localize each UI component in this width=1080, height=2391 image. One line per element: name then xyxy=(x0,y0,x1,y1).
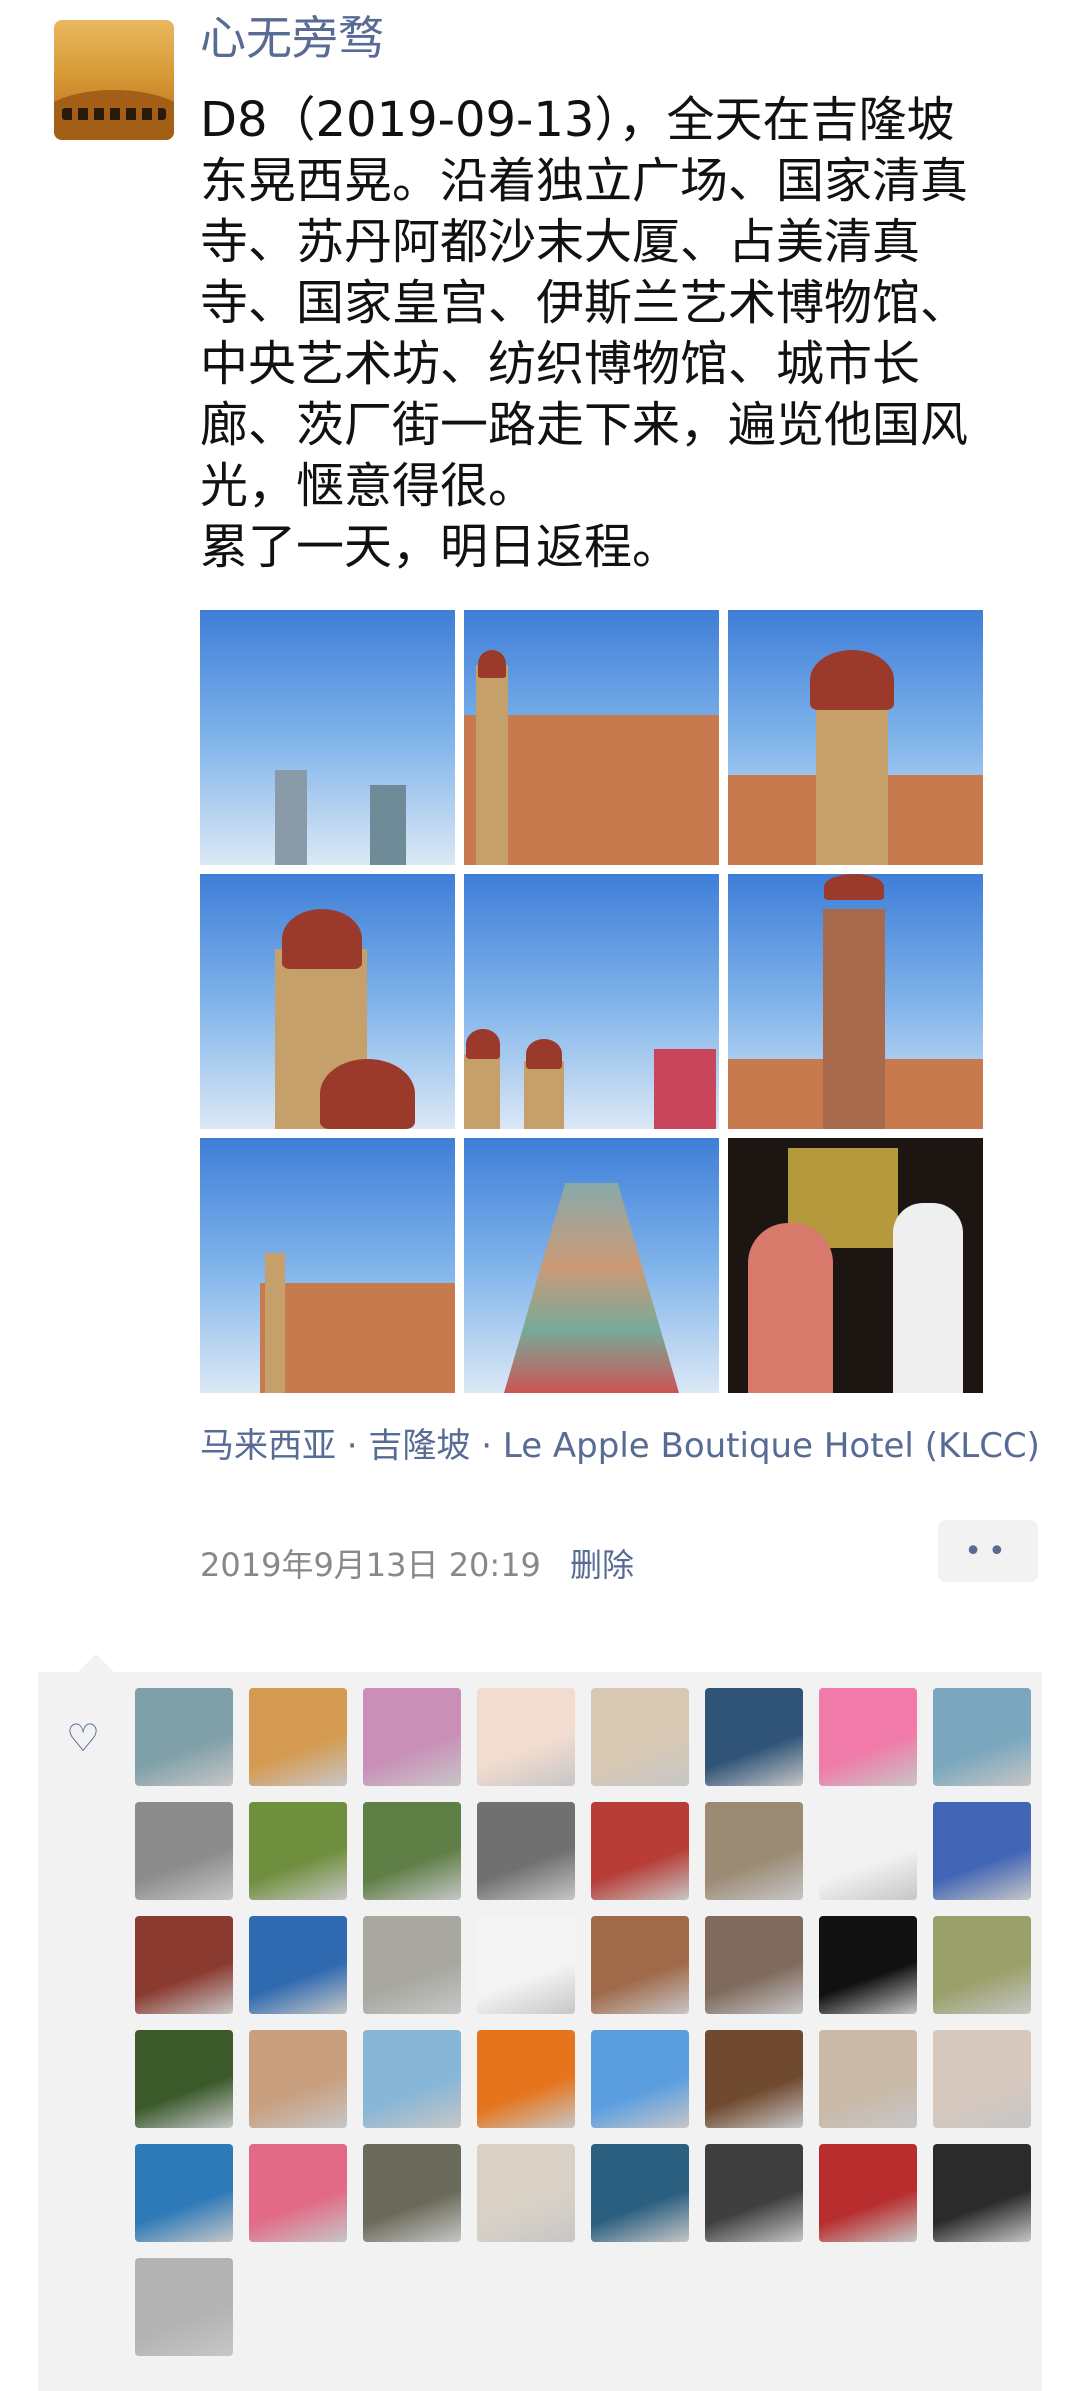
liker-avatar[interactable] xyxy=(477,1916,575,2014)
liker-avatar[interactable] xyxy=(249,1916,347,2014)
liker-avatar[interactable] xyxy=(705,1802,803,1900)
post-timestamp: 2019年9月13日 20:19 xyxy=(200,1546,541,1584)
liker-avatar[interactable] xyxy=(933,1688,1031,1786)
liker-avatar[interactable] xyxy=(819,2144,917,2242)
liker-avatar[interactable] xyxy=(135,2144,233,2242)
liker-avatar[interactable] xyxy=(135,1916,233,2014)
photo-3[interactable] xyxy=(728,610,983,865)
photo-4[interactable] xyxy=(200,874,455,1129)
liker-avatar[interactable] xyxy=(591,1802,689,1900)
liker-avatar[interactable] xyxy=(477,2030,575,2128)
liker-avatar[interactable] xyxy=(933,2144,1031,2242)
liker-avatar[interactable] xyxy=(819,1802,917,1900)
liker-avatar[interactable] xyxy=(135,1688,233,1786)
liker-avatar[interactable] xyxy=(135,2030,233,2128)
author-avatar[interactable] xyxy=(54,20,174,140)
liker-avatar[interactable] xyxy=(477,1688,575,1786)
more-dots-icon[interactable]: •• xyxy=(938,1520,1038,1582)
liker-avatar[interactable] xyxy=(363,1688,461,1786)
liker-avatar[interactable] xyxy=(819,1688,917,1786)
photo-grid xyxy=(200,610,983,1393)
liker-avatar[interactable] xyxy=(591,2144,689,2242)
liker-avatar[interactable] xyxy=(249,2030,347,2128)
liker-avatar[interactable] xyxy=(591,1688,689,1786)
avatar-camel-caravan xyxy=(62,108,166,120)
liker-avatar[interactable] xyxy=(363,2144,461,2242)
likes-panel: ♡ xyxy=(38,1654,1042,2391)
liker-avatar[interactable] xyxy=(363,1802,461,1900)
liker-avatar[interactable] xyxy=(819,2030,917,2128)
location-link[interactable]: 马来西亚 · 吉隆坡 · Le Apple Boutique Hotel (KL… xyxy=(200,1418,1040,1467)
author-name[interactable]: 心无旁骛 xyxy=(200,8,384,68)
liker-avatar[interactable] xyxy=(933,1802,1031,1900)
liker-avatars xyxy=(135,1688,1031,2356)
liker-avatar[interactable] xyxy=(477,1802,575,1900)
liker-avatar[interactable] xyxy=(249,1688,347,1786)
photo-9[interactable] xyxy=(728,1138,983,1393)
photo-5[interactable] xyxy=(464,874,719,1129)
post-text: D8（2019-09-13），全天在吉隆坡 东晃西晃。沿着独立广场、国家清真 寺… xyxy=(200,92,969,575)
liker-avatar[interactable] xyxy=(933,1916,1031,2014)
liker-avatar[interactable] xyxy=(819,1916,917,2014)
liker-avatar[interactable] xyxy=(591,2030,689,2128)
liker-avatar[interactable] xyxy=(705,2030,803,2128)
delete-link[interactable]: 删除 xyxy=(570,1540,634,1586)
liker-avatar[interactable] xyxy=(363,1916,461,2014)
liker-avatar[interactable] xyxy=(705,2144,803,2242)
liker-avatar[interactable] xyxy=(933,2030,1031,2128)
photo-7[interactable] xyxy=(200,1138,455,1393)
liker-avatar[interactable] xyxy=(477,2144,575,2242)
liker-avatar[interactable] xyxy=(705,1916,803,2014)
photo-8[interactable] xyxy=(464,1138,719,1393)
liker-avatar[interactable] xyxy=(135,1802,233,1900)
photo-6[interactable] xyxy=(728,874,983,1129)
liker-avatar[interactable] xyxy=(249,1802,347,1900)
liker-avatar[interactable] xyxy=(249,2144,347,2242)
liker-avatar[interactable] xyxy=(135,2258,233,2356)
photo-2[interactable] xyxy=(464,610,719,865)
heart-outline-icon: ♡ xyxy=(66,1716,101,1760)
liker-avatar[interactable] xyxy=(705,1688,803,1786)
photo-1[interactable] xyxy=(200,610,455,865)
liker-avatar[interactable] xyxy=(591,1916,689,2014)
liker-avatar[interactable] xyxy=(363,2030,461,2128)
temple-gopuram xyxy=(504,1183,679,1393)
